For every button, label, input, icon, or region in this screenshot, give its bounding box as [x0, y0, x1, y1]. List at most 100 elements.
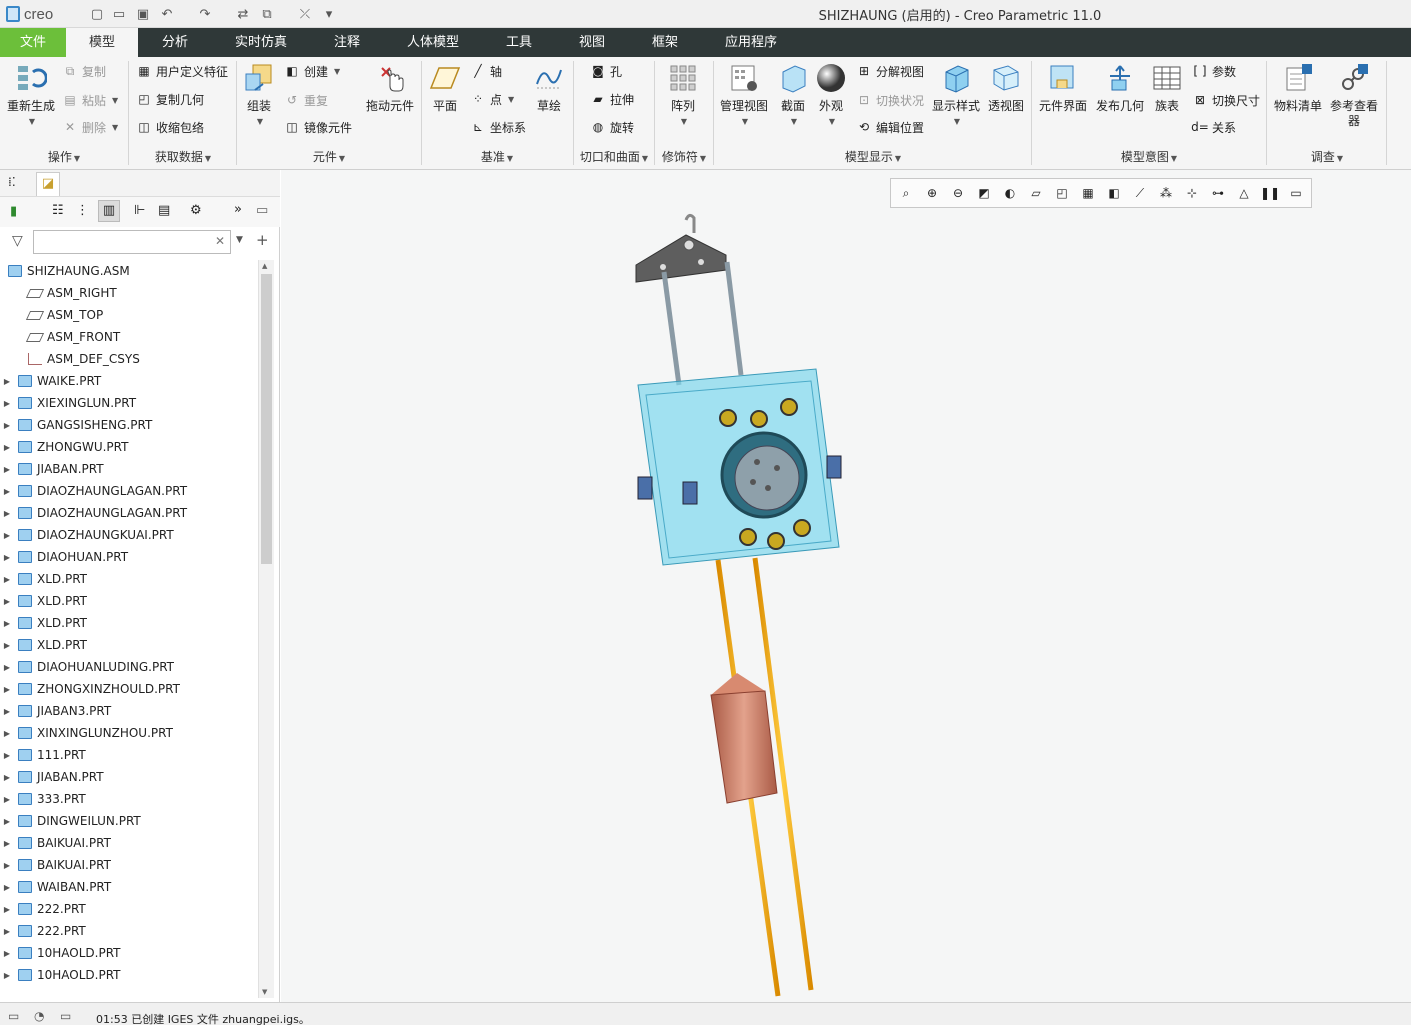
tree-search-input[interactable]: ✕ — [33, 230, 231, 254]
tab-tools[interactable]: 工具 — [492, 28, 546, 57]
expand-arrow-icon[interactable]: ▶ — [0, 487, 14, 496]
expand-arrow-icon[interactable]: ▶ — [0, 949, 14, 958]
tab-framework[interactable]: 框架 — [638, 28, 692, 57]
tree-node[interactable]: ▶ XIEXINGLUN.PRT — [0, 392, 136, 414]
expand-arrow-icon[interactable]: ▶ — [0, 905, 14, 914]
tree-node[interactable]: ▶ XLD.PRT — [0, 568, 87, 590]
expand-arrow-icon[interactable]: ▶ — [0, 707, 14, 716]
expand-arrow-icon[interactable]: ▶ — [0, 421, 14, 430]
plane-button[interactable]: 平面 — [426, 61, 464, 114]
tree-node[interactable]: ▶ ZHONGWU.PRT — [0, 436, 129, 458]
tab-view[interactable]: 视图 — [564, 28, 620, 57]
expand-arrow-icon[interactable]: ▶ — [0, 773, 14, 782]
expand-arrow-icon[interactable]: ▶ — [0, 575, 14, 584]
sketch-button[interactable]: 草绘 — [532, 61, 566, 114]
user-defined-feature-button[interactable]: ▦ 用户定义特征 — [136, 61, 228, 81]
tree-columns-icon[interactable]: ⋮ — [76, 203, 89, 218]
expand-arrow-icon[interactable]: ▶ — [0, 817, 14, 826]
tree-node[interactable]: ▶ DIAOZHAUNGLAGAN.PRT — [0, 502, 187, 524]
expand-arrow-icon[interactable]: ▶ — [0, 597, 14, 606]
save-icon[interactable]: ▣ — [134, 5, 152, 23]
customize-toolbar-icon[interactable]: ▾ — [320, 5, 338, 23]
csys-button[interactable]: ⊾ 坐标系 — [470, 117, 526, 137]
assembly-icon[interactable]: ▮ — [10, 204, 17, 219]
tree-filter-icon[interactable]: ⊩ — [134, 203, 145, 218]
mirror-component-button[interactable]: ◫ 镜像元件 — [284, 117, 352, 137]
tree-node[interactable]: ▶ JIABAN.PRT — [0, 458, 104, 480]
tree-node[interactable]: ▶ ZHONGXINZHOULD.PRT — [0, 678, 180, 700]
group-datum-label[interactable]: 基准 ▼ — [423, 148, 571, 166]
repeat-button[interactable]: ↺ 重复 — [284, 90, 328, 110]
expand-arrow-icon[interactable]: ▶ — [0, 465, 14, 474]
switch-dimensions-button[interactable]: ⊠ 切换尺寸 — [1192, 90, 1260, 110]
tree-node[interactable]: ▶ WAIKE.PRT — [0, 370, 101, 392]
details-icon[interactable]: ▭ — [256, 203, 268, 218]
assemble-button[interactable]: 组装 ▼ — [240, 61, 278, 129]
expand-arrow-icon[interactable]: ▶ — [0, 971, 14, 980]
tree-node[interactable]: ▶ 222.PRT — [0, 920, 86, 942]
tree-scrollbar[interactable]: ▲ ▼ — [258, 260, 274, 998]
clear-icon[interactable]: ✕ — [215, 234, 225, 248]
expand-arrow-icon[interactable]: ▶ — [0, 509, 14, 518]
tree-node[interactable]: ▶ BAIKUAI.PRT — [0, 832, 111, 854]
redo-icon[interactable]: ↷ — [196, 5, 214, 23]
expand-more-icon[interactable]: » — [234, 202, 242, 217]
expand-arrow-icon[interactable]: ▶ — [0, 729, 14, 738]
tree-node[interactable]: ASM_DEF_CSYS — [0, 348, 140, 370]
close-window-icon[interactable]: ⤫ — [296, 5, 314, 23]
expand-arrow-icon[interactable]: ▶ — [0, 443, 14, 452]
perspective-button[interactable]: 透视图 — [986, 61, 1026, 114]
tree-node[interactable]: ▶ DINGWEILUN.PRT — [0, 810, 141, 832]
model-tree-tab-icon[interactable]: ⁞⁚ — [8, 175, 26, 193]
delete-button[interactable]: ✕ 删除 ▼ — [62, 117, 118, 137]
expand-arrow-icon[interactable]: ▶ — [0, 883, 14, 892]
publish-geometry-button[interactable]: 发布几何 — [1094, 61, 1146, 114]
component-interface-button[interactable]: 元件界面 — [1036, 61, 1090, 114]
tree-node[interactable]: ASM_RIGHT — [0, 282, 117, 304]
edit-position-button[interactable]: ⟲ 编辑位置 — [856, 117, 924, 137]
tree-node[interactable]: ▶ 111.PRT — [0, 744, 86, 766]
windows-icon[interactable]: ⧉ — [258, 5, 276, 23]
group-modifiers-label[interactable]: 修饰符 ▼ — [656, 148, 712, 166]
tree-node[interactable]: ▶ DIAOZHAUNGKUAI.PRT — [0, 524, 174, 546]
scroll-up-icon[interactable]: ▲ — [262, 262, 267, 270]
bom-button[interactable]: 物料清单 — [1271, 61, 1325, 114]
family-table-button[interactable]: 族表 — [1150, 61, 1184, 114]
expand-arrow-icon[interactable]: ▶ — [0, 641, 14, 650]
cad-model-render[interactable] — [281, 170, 1411, 1002]
full-screen-icon[interactable]: ▭ — [60, 1009, 71, 1023]
copy-geometry-button[interactable]: ◰ 复制几何 — [136, 89, 204, 109]
tree-node[interactable]: ▶ XLD.PRT — [0, 612, 87, 634]
tree-node[interactable]: ▶ JIABAN3.PRT — [0, 700, 111, 722]
group-get-data-label[interactable]: 获取数据 ▼ — [130, 148, 236, 166]
chevron-down-icon[interactable]: ▼ — [236, 235, 243, 245]
expand-arrow-icon[interactable]: ▶ — [0, 399, 14, 408]
relations-button[interactable]: d= 关系 — [1191, 117, 1236, 137]
parameters-button[interactable]: [ ] 参数 — [1192, 61, 1236, 81]
expand-arrow-icon[interactable]: ▶ — [0, 377, 14, 386]
tree-node[interactable]: ASM_FRONT — [0, 326, 120, 348]
tree-show-icon[interactable]: ☷ — [52, 203, 64, 218]
point-button[interactable]: ⁘ 点 ▼ — [470, 89, 514, 109]
hole-button[interactable]: ◙ 孔 — [590, 61, 622, 81]
tab-analysis[interactable]: 分析 — [142, 28, 208, 57]
tree-node[interactable]: ▶ BAIKUAI.PRT — [0, 854, 111, 876]
scroll-thumb[interactable] — [261, 274, 272, 564]
tree-node[interactable]: ▶ DIAOHUANLUDING.PRT — [0, 656, 174, 678]
display-style-button[interactable]: 显示样式 ▼ — [930, 61, 982, 129]
expand-arrow-icon[interactable]: ▶ — [0, 751, 14, 760]
group-model-display-label[interactable]: 模型显示 ▼ — [715, 148, 1031, 166]
extrude-button[interactable]: ▰ 拉伸 — [590, 89, 634, 109]
drag-components-button[interactable]: 拖动元件 — [362, 61, 418, 114]
expand-arrow-icon[interactable]: ▶ — [0, 685, 14, 694]
group-model-intent-label[interactable]: 模型意图 ▼ — [1033, 148, 1265, 166]
paste-button[interactable]: ▤ 粘贴 ▼ — [62, 90, 118, 110]
tree-node[interactable]: ▶ 10HAOLD.PRT — [0, 942, 121, 964]
expand-arrow-icon[interactable]: ▶ — [0, 663, 14, 672]
tree-node[interactable]: ▶ WAIBAN.PRT — [0, 876, 111, 898]
tree-node[interactable]: ▶ XLD.PRT — [0, 590, 87, 612]
gear-icon[interactable]: ⚙ — [190, 203, 202, 218]
tree-node[interactable]: ▶ 222.PRT — [0, 898, 86, 920]
tree-node[interactable]: ▶ DIAOHUAN.PRT — [0, 546, 128, 568]
tab-model[interactable]: 模型 — [66, 28, 138, 57]
